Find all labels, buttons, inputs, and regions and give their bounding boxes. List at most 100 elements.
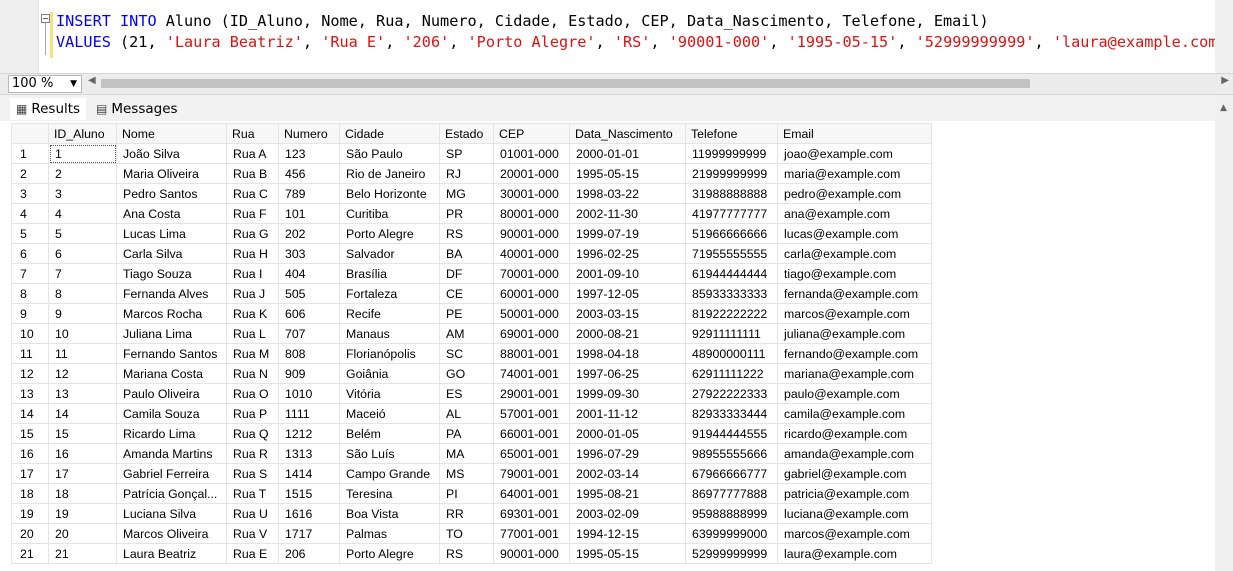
table-cell[interactable]: 19 (48, 503, 117, 524)
table-cell[interactable]: 90001-000 (493, 223, 570, 244)
table-cell[interactable]: 11999999999 (685, 143, 778, 164)
column-header[interactable]: ID_Aluno (48, 123, 117, 144)
table-cell[interactable]: Vitória (339, 383, 440, 404)
table-cell[interactable]: marcos@example.com (777, 523, 932, 544)
table-cell[interactable]: 70001-000 (493, 263, 570, 284)
table-cell[interactable]: Rua F (226, 203, 279, 224)
table-cell[interactable]: 92911111111 (685, 323, 778, 344)
table-cell[interactable]: Fortaleza (339, 283, 440, 304)
column-header[interactable]: Cidade (339, 123, 440, 144)
table-cell[interactable]: 202 (278, 223, 340, 244)
table-cell[interactable]: maria@example.com (777, 163, 932, 184)
table-cell[interactable]: 98955555666 (685, 443, 778, 464)
table-cell[interactable]: SC (439, 343, 494, 364)
table-cell[interactable]: Pedro Santos (116, 183, 227, 204)
table-cell[interactable]: Rua B (226, 163, 279, 184)
table-row[interactable]: 21 21 Laura Beatriz Rua E 206 Porto Alegre RS 9… (11, 543, 932, 564)
table-cell[interactable]: ricardo@example.com (777, 423, 932, 444)
table-cell[interactable]: Florianópolis (339, 343, 440, 364)
table-cell[interactable]: Rua M (226, 343, 279, 364)
table-cell[interactable]: 10 (48, 323, 117, 344)
table-cell[interactable]: 60001-000 (493, 283, 570, 304)
table-cell[interactable]: 1515 (278, 483, 340, 504)
table-cell[interactable]: AL (439, 403, 494, 424)
table-cell[interactable]: 48900000111 (685, 343, 778, 364)
table-cell[interactable]: Gabriel Ferreira (116, 463, 227, 484)
table-cell[interactable]: Rua C (226, 183, 279, 204)
table-cell[interactable]: 95988888999 (685, 503, 778, 524)
table-cell[interactable]: 30001-000 (493, 183, 570, 204)
table-cell[interactable]: 71955555555 (685, 243, 778, 264)
table-cell[interactable]: Marcos Oliveira (116, 523, 227, 544)
table-cell[interactable]: Campo Grande (339, 463, 440, 484)
table-cell[interactable]: 77001-001 (493, 523, 570, 544)
table-cell[interactable]: Rio de Janeiro (339, 163, 440, 184)
column-header[interactable]: Numero (278, 123, 340, 144)
scroll-right-icon[interactable]: ▶ (1221, 75, 1229, 86)
row-number[interactable]: 16 (11, 443, 49, 464)
table-cell[interactable]: 82933333444 (685, 403, 778, 424)
table-cell[interactable]: Manaus (339, 323, 440, 344)
table-cell[interactable]: Luciana Silva (116, 503, 227, 524)
table-cell[interactable]: 41977777777 (685, 203, 778, 224)
table-cell[interactable]: fernando@example.com (777, 343, 932, 364)
table-cell[interactable]: 18 (48, 483, 117, 504)
table-cell[interactable]: 01001-000 (493, 143, 570, 164)
table-cell[interactable]: 1414 (278, 463, 340, 484)
table-cell[interactable]: Rua I (226, 263, 279, 284)
table-cell[interactable]: Mariana Costa (116, 363, 227, 384)
table-cell[interactable]: mariana@example.com (777, 363, 932, 384)
table-cell[interactable]: 20001-000 (493, 163, 570, 184)
table-cell[interactable]: 606 (278, 303, 340, 324)
table-cell[interactable]: Patrícia Gonçal... (116, 483, 227, 504)
table-cell[interactable]: gabriel@example.com (777, 463, 932, 484)
table-cell[interactable]: 707 (278, 323, 340, 344)
table-cell[interactable]: Rua G (226, 223, 279, 244)
column-header[interactable]: Rua (226, 123, 279, 144)
row-number[interactable]: 5 (11, 223, 49, 244)
table-cell[interactable]: RJ (439, 163, 494, 184)
horizontal-scrollbar-thumb[interactable] (101, 79, 1030, 88)
table-cell[interactable]: Rua V (226, 523, 279, 544)
table-cell[interactable]: 66001-001 (493, 423, 570, 444)
table-cell[interactable]: 1999-09-30 (569, 383, 686, 404)
table-cell[interactable]: Juliana Lima (116, 323, 227, 344)
table-cell[interactable]: 6 (48, 243, 117, 264)
table-cell[interactable]: tiago@example.com (777, 263, 932, 284)
table-cell[interactable]: 86977777888 (685, 483, 778, 504)
table-cell[interactable]: 65001-001 (493, 443, 570, 464)
row-number[interactable]: 11 (11, 343, 49, 364)
table-cell[interactable]: DF (439, 263, 494, 284)
table-cell[interactable]: 5 (48, 223, 117, 244)
table-cell[interactable]: Rua Q (226, 423, 279, 444)
table-cell[interactable]: João Silva (116, 143, 227, 164)
table-cell[interactable]: 1997-12-05 (569, 283, 686, 304)
table-cell[interactable]: 20 (48, 523, 117, 544)
table-cell[interactable]: Curitiba (339, 203, 440, 224)
column-header[interactable]: Estado (439, 123, 494, 144)
table-cell[interactable]: PA (439, 423, 494, 444)
table-cell[interactable]: Maceió (339, 403, 440, 424)
table-cell[interactable]: 505 (278, 283, 340, 304)
sql-editor[interactable]: INSERT INTO Aluno (ID_Aluno, Nome, Rua, … (0, 0, 1233, 73)
table-cell[interactable]: 1997-06-25 (569, 363, 686, 384)
tab-messages[interactable]: ▤ Messages (90, 98, 184, 120)
table-cell[interactable]: RS (439, 543, 494, 564)
table-row[interactable]: 12 12 Mariana Costa Rua N 909 Goiânia GO 74001-… (11, 363, 932, 384)
table-cell[interactable]: 808 (278, 343, 340, 364)
table-cell[interactable]: 2001-11-12 (569, 403, 686, 424)
table-cell[interactable]: Salvador (339, 243, 440, 264)
table-cell[interactable]: marcos@example.com (777, 303, 932, 324)
table-row[interactable]: 1 1 João Silva Rua A 123 São Paulo SP 01001-000… (11, 143, 932, 164)
table-cell[interactable]: MG (439, 183, 494, 204)
table-cell[interactable]: 1998-03-22 (569, 183, 686, 204)
row-number[interactable]: 21 (11, 543, 49, 564)
table-row[interactable]: 6 6 Carla Silva Rua H 303 Salvador BA 40001-000… (11, 243, 932, 264)
table-cell[interactable]: 21999999999 (685, 163, 778, 184)
table-row[interactable]: 9 9 Marcos Rocha Rua K 606 Recife PE 50001-000 2… (11, 303, 932, 324)
table-cell[interactable]: Belo Horizonte (339, 183, 440, 204)
table-cell[interactable]: 50001-000 (493, 303, 570, 324)
row-header-corner[interactable] (11, 123, 49, 144)
table-cell[interactable]: 2002-11-30 (569, 203, 686, 224)
table-cell[interactable]: Carla Silva (116, 243, 227, 264)
